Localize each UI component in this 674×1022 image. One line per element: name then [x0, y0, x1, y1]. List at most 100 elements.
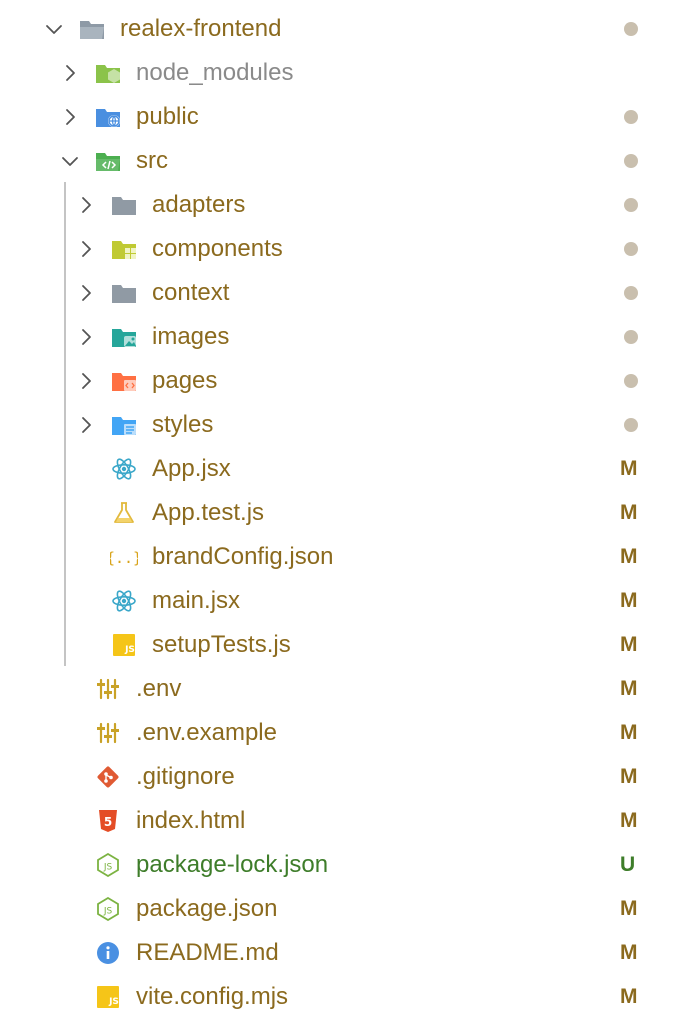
item-name: context [152, 279, 230, 306]
chevron-down-icon[interactable] [60, 151, 80, 171]
svg-text:JS: JS [103, 907, 113, 917]
folder-row-realex-frontend[interactable]: realex-frontend [0, 7, 674, 51]
svg-text:5: 5 [104, 815, 112, 829]
folder-open-icon [78, 17, 106, 41]
file-row-package-lock-json[interactable]: JS package-lock.json U [0, 843, 674, 887]
item-name: vite.config.mjs [136, 983, 289, 1010]
item-name: public [136, 103, 199, 130]
file-row-app-test-js[interactable]: App.test.js M [0, 491, 674, 535]
file-row-readme-md[interactable]: README.md M [0, 931, 674, 975]
changes-dot-indicator [624, 154, 638, 168]
chevron-right-icon[interactable] [60, 107, 80, 127]
modified-badge: M [620, 809, 638, 832]
nodejs-icon: JS [94, 853, 122, 877]
js-icon: JS [110, 633, 138, 657]
chevron-right-icon[interactable] [76, 195, 96, 215]
changes-dot-indicator [624, 242, 638, 256]
item-name: .gitignore [136, 763, 235, 790]
modified-badge: M [620, 457, 638, 480]
folder-node-icon [94, 61, 122, 85]
chevron-right-icon[interactable] [76, 371, 96, 391]
item-name: package-lock.json [136, 851, 329, 878]
folder-components-icon [110, 237, 138, 261]
chevron-right-icon[interactable] [76, 283, 96, 303]
modified-badge: M [620, 985, 638, 1008]
modified-badge: M [620, 765, 638, 788]
folder-icon [110, 193, 138, 217]
item-name: App.jsx [152, 455, 231, 482]
file-row-app-jsx[interactable]: App.jsx M [0, 447, 674, 491]
item-name: main.jsx [152, 587, 241, 614]
item-name: README.md [136, 939, 279, 966]
svg-text:JS: JS [108, 997, 119, 1007]
folder-row-images[interactable]: images [0, 315, 674, 359]
modified-badge: M [620, 501, 638, 524]
item-name: src [136, 147, 168, 174]
file-row-index-html[interactable]: 5 index.html M [0, 799, 674, 843]
folder-row-node-modules[interactable]: node_modules [0, 51, 674, 95]
folder-row-public[interactable]: public [0, 95, 674, 139]
modified-badge: M [620, 545, 638, 568]
chevron-right-icon[interactable] [60, 63, 80, 83]
env-settings-icon [94, 721, 122, 745]
changes-dot-indicator [624, 330, 638, 344]
git-icon [94, 765, 122, 789]
changes-dot-indicator [624, 22, 638, 36]
modified-badge: M [620, 589, 638, 612]
item-name: App.test.js [152, 499, 265, 526]
folder-row-components[interactable]: components [0, 227, 674, 271]
item-name: .env.example [136, 719, 277, 746]
folder-src-icon [94, 149, 122, 173]
folder-row-pages[interactable]: pages [0, 359, 674, 403]
file-row-package-json[interactable]: JS package.json M [0, 887, 674, 931]
chevron-right-icon[interactable] [76, 239, 96, 259]
folder-icon [110, 281, 138, 305]
item-name: .env [136, 675, 182, 702]
chevron-down-icon[interactable] [44, 19, 64, 39]
item-name: node_modules [136, 59, 294, 86]
js-icon: JS [94, 985, 122, 1009]
item-name: package.json [136, 895, 278, 922]
folder-row-context[interactable]: context [0, 271, 674, 315]
item-name: index.html [136, 807, 246, 834]
chevron-right-icon[interactable] [76, 415, 96, 435]
modified-badge: M [620, 941, 638, 964]
changes-dot-indicator [624, 374, 638, 388]
changes-dot-indicator [624, 418, 638, 432]
json-braces-icon: {..} [110, 545, 138, 569]
file-row-main-jsx[interactable]: main.jsx M [0, 579, 674, 623]
svg-text:JS: JS [124, 645, 135, 655]
item-name: styles [152, 411, 214, 438]
folder-pages-icon [110, 369, 138, 393]
changes-dot-indicator [624, 198, 638, 212]
file-row-setuptests-js[interactable]: JS setupTests.js M [0, 623, 674, 667]
folder-row-adapters[interactable]: adapters [0, 183, 674, 227]
chevron-right-icon[interactable] [76, 327, 96, 347]
react-icon [110, 457, 138, 481]
svg-text:JS: JS [103, 863, 113, 873]
info-icon [94, 941, 122, 965]
untracked-badge: U [620, 853, 636, 876]
item-name: realex-frontend [120, 15, 282, 42]
item-name: setupTests.js [152, 631, 291, 658]
env-settings-icon [94, 677, 122, 701]
file-row-brandconfig-json[interactable]: {..} brandConfig.json M [0, 535, 674, 579]
file-row-env-example[interactable]: .env.example M [0, 711, 674, 755]
item-name: brandConfig.json [152, 543, 334, 570]
changes-dot-indicator [624, 110, 638, 124]
svg-text:{..}: {..} [110, 549, 138, 567]
item-name: pages [152, 367, 218, 394]
modified-badge: M [620, 721, 638, 744]
test-flask-icon [110, 501, 138, 525]
folder-row-src[interactable]: src [0, 139, 674, 183]
changes-dot-indicator [624, 286, 638, 300]
file-row-vite-config-mjs[interactable]: JS vite.config.mjs M [0, 975, 674, 1019]
file-row-gitignore[interactable]: .gitignore M [0, 755, 674, 799]
html5-icon: 5 [94, 809, 122, 833]
item-name: images [152, 323, 230, 350]
folder-styles-icon [110, 413, 138, 437]
folder-row-styles[interactable]: styles [0, 403, 674, 447]
modified-badge: M [620, 633, 638, 656]
item-name: components [152, 235, 283, 262]
file-row-env[interactable]: .env M [0, 667, 674, 711]
